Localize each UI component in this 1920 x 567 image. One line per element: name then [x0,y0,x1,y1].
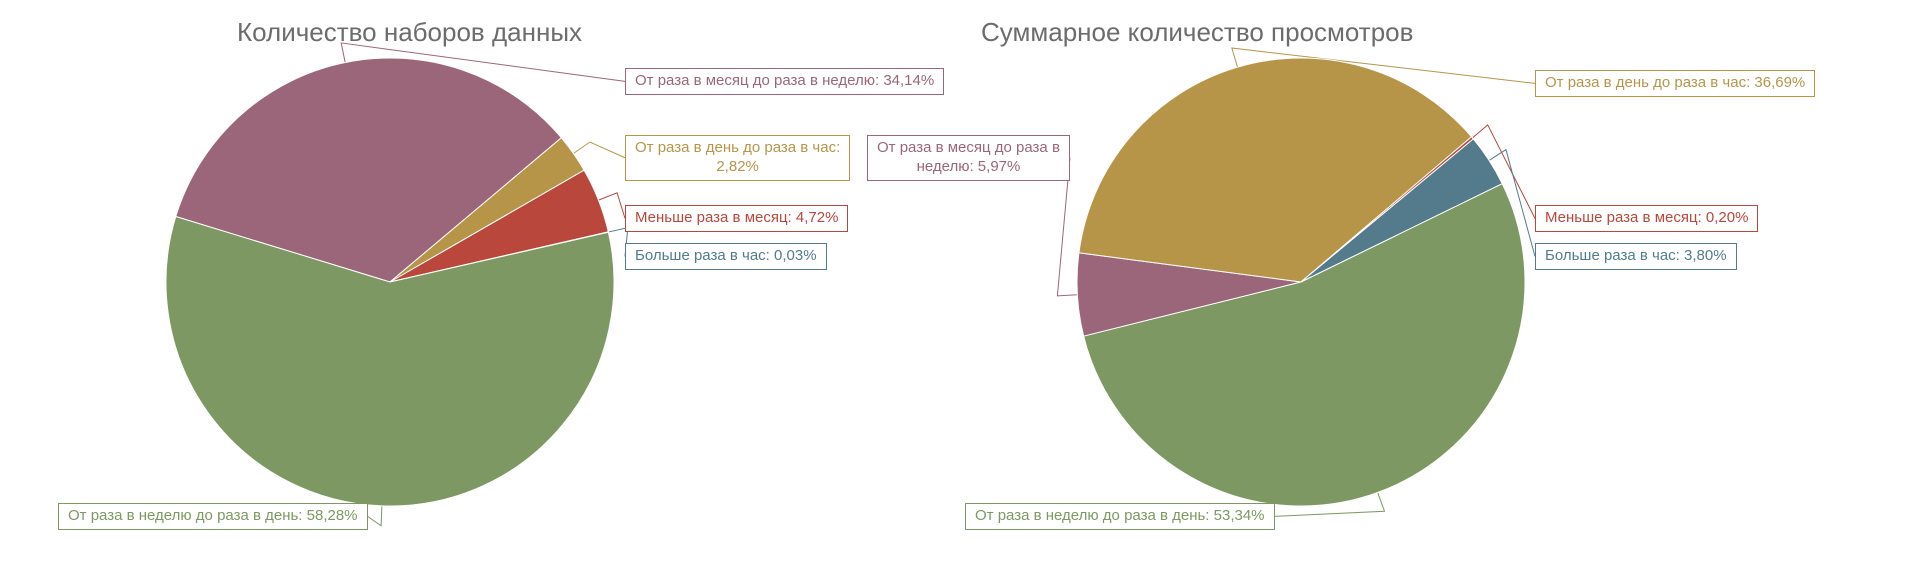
pie [166,58,614,506]
callout-more-hour: Больше раза в час: 3,80% [1535,243,1737,270]
chart-title: Количество наборов данных [237,17,582,48]
callout-line2: неделю: 5,97% [917,158,1021,175]
callout-month-week: От раза в месяц до раза в неделю: 5,97% [867,135,1070,181]
callout-week-day: От раза в неделю до раза в день: 58,28% [58,503,368,530]
pie [1077,58,1525,506]
callout-day-hour: От раза в день до раза в час: 2,82% [625,135,850,181]
callout-line1: От раза в день до раза в час [635,139,836,156]
callout-line1: От раза в месяц до раза в [877,139,1060,156]
chart-title: Суммарное количество просмотров [981,17,1413,48]
callout-month-week: От раза в месяц до раза в неделю: 34,14% [625,68,944,95]
callout-less-month: Меньше раза в месяц: 4,72% [625,205,848,232]
callout-day-hour: От раза в день до раза в час: 36,69% [1535,70,1815,97]
callout-week-day: От раза в неделю до раза в день: 53,34% [965,503,1275,530]
callout-more-hour: Больше раза в час: 0,03% [625,243,827,270]
callout-less-month: Меньше раза в месяц: 0,20% [1535,205,1758,232]
callout-line2: 2,82% [716,158,759,175]
